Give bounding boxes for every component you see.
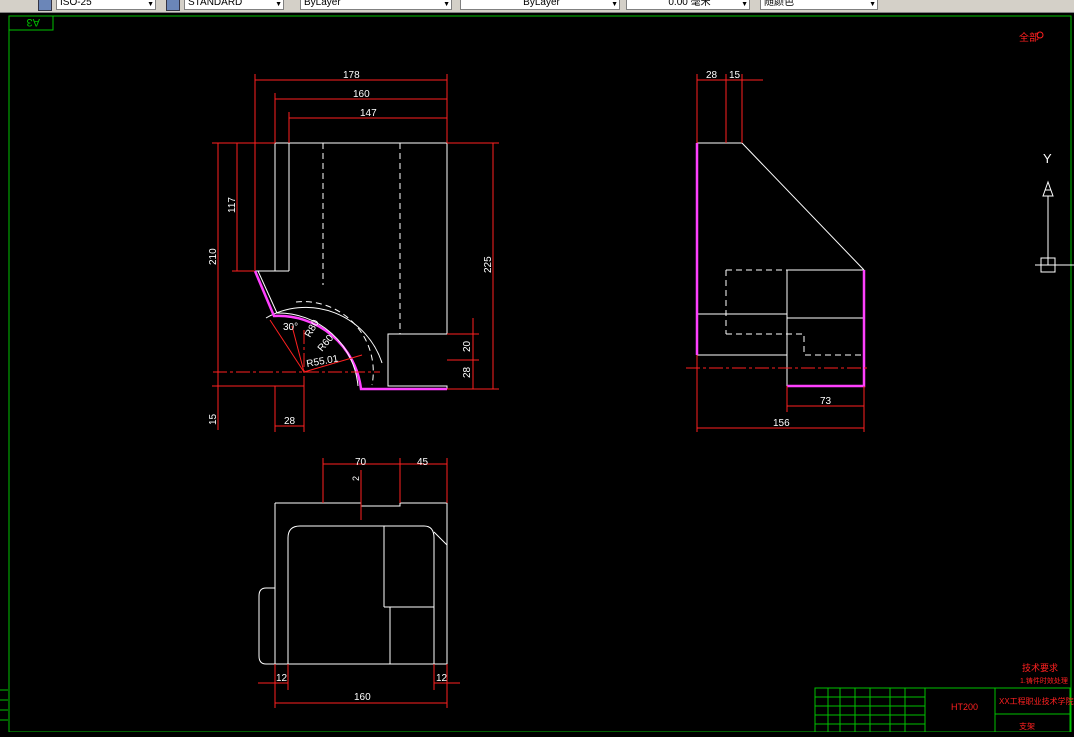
dim-225: 225 [483,256,494,273]
dim-147: 147 [360,108,377,119]
plan-dim-12-left: 12 [276,673,288,684]
roughness-label: 全部 [1019,31,1039,44]
drawing-border [8,15,1072,733]
dim-20: 20 [462,340,473,352]
plotstyle-value: 随颜色 [764,0,794,8]
plan-dim-12-right: 12 [436,673,448,684]
dim-160: 160 [353,89,370,100]
plan-view: 70 45 2 12 12 160 [258,457,460,708]
dimension-style-select[interactable]: ISO-25 ▼ [56,0,156,10]
table-style-value: STANDARD [188,0,243,8]
dimension-style-value: ISO-25 [60,0,92,8]
dim-178: 178 [343,70,360,81]
side-dim-15: 15 [729,70,741,81]
chevron-down-icon: ▼ [275,1,282,8]
layer-value: ByLayer [304,0,341,8]
plan-dim-45: 45 [417,457,429,468]
tech-req-title: 技术要求 [1022,662,1058,673]
corner-label: A3 [27,16,40,28]
dimension-style-icon[interactable] [38,0,52,11]
part-name-label: 支架 [1019,721,1035,731]
plan-dim-160: 160 [354,692,371,703]
side-dim-156: 156 [773,418,790,429]
side-dim-73: 73 [820,396,832,407]
plan-dim-70: 70 [355,457,367,468]
table-style-icon[interactable] [166,0,180,11]
plotstyle-select[interactable]: 随颜色 ▼ [760,0,878,10]
chevron-down-icon: ▼ [869,1,876,8]
dim-210: 210 [208,248,219,265]
dim-28-bottom: 28 [284,416,296,427]
school-label: XX工程职业技术学院 [999,696,1074,706]
linetype-select[interactable]: ByLayer ▼ [460,0,620,10]
drawing-svg: A3 全部 Y 178 160 147 117 210 225 20 28 15… [0,15,1074,733]
chevron-down-icon: ▼ [741,1,748,8]
layer-select[interactable]: ByLayer ▼ [300,0,452,10]
ucs-y-label: Y [1043,151,1052,166]
dim-117: 117 [227,197,238,213]
lineweight-value: 0.00 毫米 [668,0,711,8]
plan-dim-2: 2 [351,476,361,481]
chevron-down-icon: ▼ [147,1,154,8]
lineweight-select[interactable]: 0.00 毫米 ▼ [626,0,750,10]
dim-r55: R55.01 [306,353,340,370]
front-view: 178 160 147 117 210 225 20 28 15 28 30° … [208,70,499,432]
dim-28-right: 28 [462,366,473,378]
side-dim-28: 28 [706,70,718,81]
linetype-value: ByLayer [523,0,560,8]
dim-angle-30: 30° [283,322,298,333]
side-view: 28 15 73 156 [686,70,870,432]
chevron-down-icon: ▼ [611,1,618,8]
drawing-canvas[interactable]: A3 全部 Y 178 160 147 117 210 225 20 28 15… [0,12,1074,733]
tech-req-line: 1.铸件时效处理 [1020,676,1068,685]
table-style-select[interactable]: STANDARD ▼ [184,0,284,10]
material-label: HT200 [951,702,978,712]
dim-15: 15 [208,413,219,425]
ucs-icon [1035,180,1074,273]
chevron-down-icon: ▼ [443,1,450,8]
